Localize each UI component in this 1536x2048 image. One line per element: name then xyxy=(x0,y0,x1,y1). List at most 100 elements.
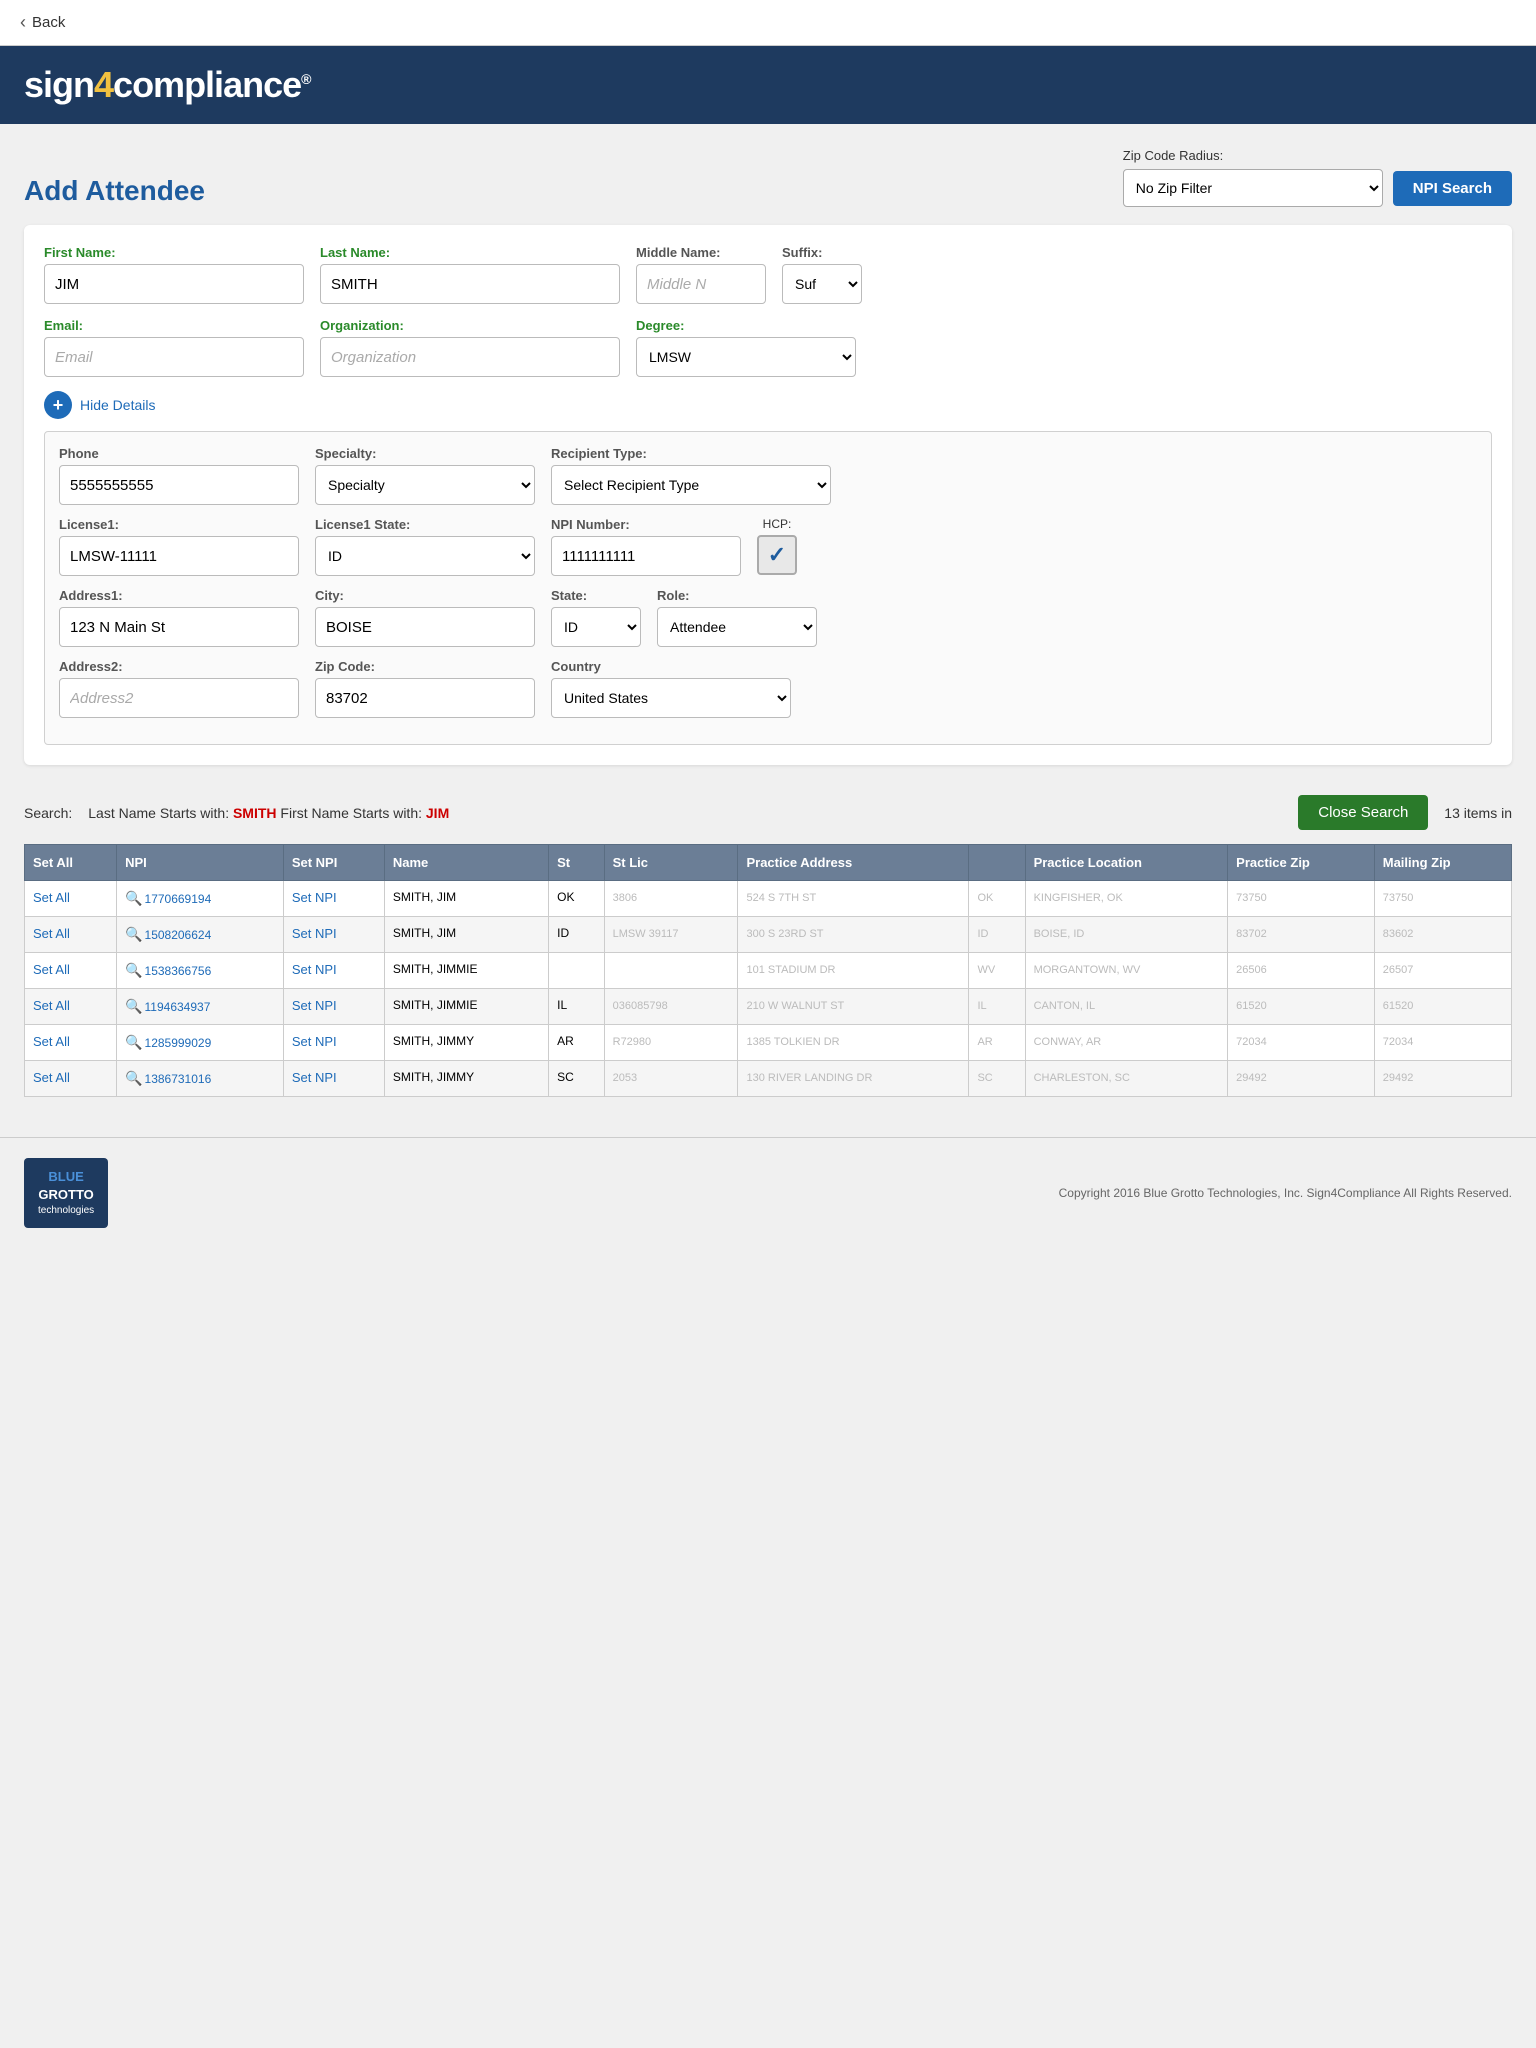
country-group: Country United States xyxy=(551,659,791,718)
cell-set-all: Set All xyxy=(25,1025,117,1061)
phone-input[interactable] xyxy=(59,465,299,505)
middle-name-group: Middle Name: xyxy=(636,245,766,304)
col-st-lic: St Lic xyxy=(604,845,738,881)
license1-input[interactable] xyxy=(59,536,299,576)
cell-st-lic: 036085798 xyxy=(604,989,738,1025)
cell-set-all: Set All xyxy=(25,989,117,1025)
zip-radius-label: Zip Code Radius: xyxy=(1123,148,1223,163)
country-select[interactable]: United States xyxy=(551,678,791,718)
cell-practice-address: 300 S 23RD ST xyxy=(738,917,969,953)
hcp-label: HCP: xyxy=(763,517,792,531)
cell-st xyxy=(549,953,604,989)
set-all-link[interactable]: Set All xyxy=(33,1070,70,1085)
hcp-checkbox[interactable]: ✓ xyxy=(757,535,797,575)
address2-label: Address2: xyxy=(59,659,299,674)
col-empty xyxy=(969,845,1025,881)
logo-compliance: compliance xyxy=(113,64,301,105)
set-npi-link[interactable]: Set NPI xyxy=(292,1070,337,1085)
set-npi-link[interactable]: Set NPI xyxy=(292,998,337,1013)
address2-row: Address2: Zip Code: Country United State… xyxy=(59,659,1477,718)
org-group: Organization: xyxy=(320,318,620,377)
address2-group: Address2: xyxy=(59,659,299,718)
top-bar: ‹ Back xyxy=(0,0,1536,46)
recipient-type-group: Recipient Type: Select Recipient Type xyxy=(551,446,831,505)
cell-practice-location: BOISE, ID xyxy=(1025,917,1228,953)
set-all-link[interactable]: Set All xyxy=(33,1034,70,1049)
back-link[interactable]: ‹ Back xyxy=(20,12,65,33)
npi-link[interactable]: 1538366756 xyxy=(145,964,212,978)
cell-state-abbr: AR xyxy=(969,1025,1025,1061)
address1-label: Address1: xyxy=(59,588,299,603)
set-npi-link[interactable]: Set NPI xyxy=(292,962,337,977)
set-all-link[interactable]: Set All xyxy=(33,890,70,905)
hide-details-row[interactable]: + Hide Details xyxy=(44,391,1492,419)
degree-select[interactable]: LMSW xyxy=(636,337,856,377)
cell-practice-address: 1385 TOLKIEN DR xyxy=(738,1025,969,1061)
role-select[interactable]: Attendee xyxy=(657,607,817,647)
set-npi-link[interactable]: Set NPI xyxy=(292,926,337,941)
cell-mailing-zip: 83602 xyxy=(1374,917,1511,953)
set-npi-link[interactable]: Set NPI xyxy=(292,1034,337,1049)
email-group: Email: xyxy=(44,318,304,377)
license1-state-select[interactable]: ID xyxy=(315,536,535,576)
hcp-area: HCP: ✓ xyxy=(757,517,797,575)
last-name-group: Last Name: xyxy=(320,245,620,304)
middle-name-input[interactable] xyxy=(636,264,766,304)
set-all-link[interactable]: Set All xyxy=(33,926,70,941)
footer-logo: BLUE GROTTO technologies xyxy=(24,1158,108,1228)
cell-practice-address: 101 STADIUM DR xyxy=(738,953,969,989)
npi-link[interactable]: 1386731016 xyxy=(145,1072,212,1086)
search-terms: Last Name Starts with: SMITH First Name … xyxy=(88,805,1282,821)
cell-mailing-zip: 61520 xyxy=(1374,989,1511,1025)
last-name-input[interactable] xyxy=(320,264,620,304)
email-input[interactable] xyxy=(44,337,304,377)
address1-input[interactable] xyxy=(59,607,299,647)
npi-search-button[interactable]: NPI Search xyxy=(1393,171,1512,206)
main-content: Add Attendee Zip Code Radius: No Zip Fil… xyxy=(0,124,1536,1097)
cell-state-abbr: OK xyxy=(969,881,1025,917)
cell-practice-location: CONWAY, AR xyxy=(1025,1025,1228,1061)
npi-link[interactable]: 1770669194 xyxy=(145,892,212,906)
cell-mailing-zip: 72034 xyxy=(1374,1025,1511,1061)
cell-set-all: Set All xyxy=(25,881,117,917)
cell-state-abbr: IL xyxy=(969,989,1025,1025)
back-label: Back xyxy=(32,14,65,31)
specialty-group: Specialty: Specialty xyxy=(315,446,535,505)
table-row: Set All 🔍1386731016 Set NPI SMITH, JIMMY… xyxy=(25,1061,1512,1097)
cell-npi: 🔍1285999029 xyxy=(117,1025,284,1061)
suffix-select[interactable]: Suf xyxy=(782,264,862,304)
last-name-value: SMITH xyxy=(233,805,277,821)
state-label: State: xyxy=(551,588,641,603)
table-row: Set All 🔍1508206624 Set NPI SMITH, JIM I… xyxy=(25,917,1512,953)
city-input[interactable] xyxy=(315,607,535,647)
suffix-label: Suffix: xyxy=(782,245,862,260)
table-row: Set All 🔍1538366756 Set NPI SMITH, JIMMI… xyxy=(25,953,1512,989)
license1-group: License1: xyxy=(59,517,299,576)
npi-link[interactable]: 1508206624 xyxy=(145,928,212,942)
first-name-input[interactable] xyxy=(44,264,304,304)
specialty-select[interactable]: Specialty xyxy=(315,465,535,505)
close-search-button[interactable]: Close Search xyxy=(1298,795,1428,830)
recipient-type-select[interactable]: Select Recipient Type xyxy=(551,465,831,505)
search-icon: 🔍 xyxy=(125,890,142,906)
cell-st: SC xyxy=(549,1061,604,1097)
zip-row: No Zip Filter NPI Search xyxy=(1123,169,1512,207)
zip-code-label: Zip Code: xyxy=(315,659,535,674)
cell-name: SMITH, JIMMY xyxy=(384,1061,548,1097)
cell-npi: 🔍1386731016 xyxy=(117,1061,284,1097)
form-card: First Name: Last Name: Middle Name: Suff… xyxy=(24,225,1512,765)
address2-input[interactable] xyxy=(59,678,299,718)
npi-link[interactable]: 1285999029 xyxy=(145,1036,212,1050)
set-all-link[interactable]: Set All xyxy=(33,962,70,977)
state-select[interactable]: ID xyxy=(551,607,641,647)
set-npi-link[interactable]: Set NPI xyxy=(292,890,337,905)
set-all-link[interactable]: Set All xyxy=(33,998,70,1013)
cell-practice-zip: 72034 xyxy=(1228,1025,1375,1061)
org-input[interactable] xyxy=(320,337,620,377)
zip-code-input[interactable] xyxy=(315,678,535,718)
npi-number-input[interactable] xyxy=(551,536,741,576)
npi-link[interactable]: 1194634937 xyxy=(145,1000,211,1014)
zip-filter-select[interactable]: No Zip Filter xyxy=(1123,169,1383,207)
cell-set-npi: Set NPI xyxy=(283,989,384,1025)
footer-logo-grotto: GROTTO xyxy=(38,1186,93,1204)
